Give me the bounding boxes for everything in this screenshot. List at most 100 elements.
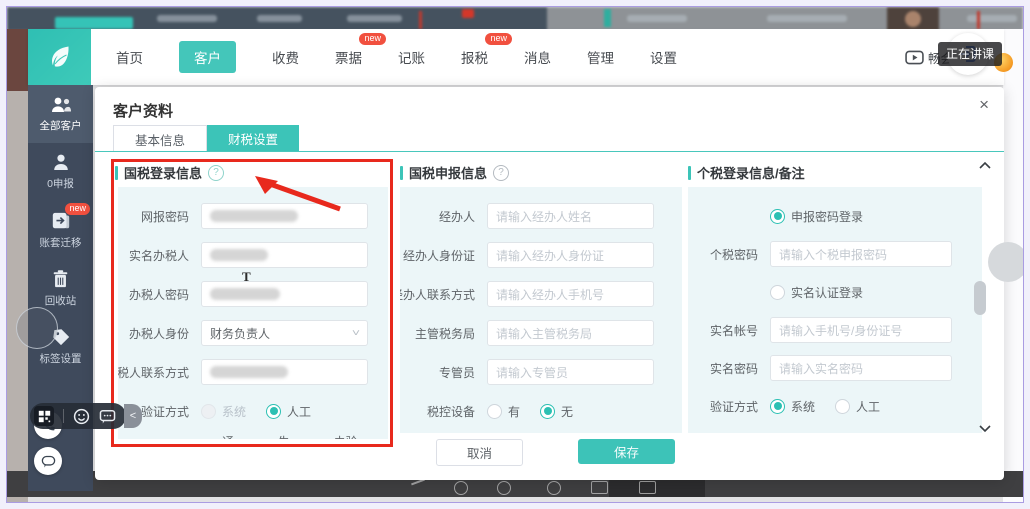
- form-row: 办税人联系方式: [118, 359, 368, 385]
- radio-manual[interactable]: 人工: [266, 403, 311, 420]
- agent-input[interactable]: 请输入经办人姓名: [487, 203, 654, 229]
- nav-items: 首页 客户 收费 票据new 记账 报税new 消息 管理 设置: [116, 29, 677, 85]
- radio-no-device[interactable]: 无: [540, 403, 573, 420]
- nav-item-messages[interactable]: 消息: [524, 47, 551, 67]
- form-row: 经办人联系方式 请输入经办人手机号: [400, 281, 654, 307]
- tab-underline: [95, 151, 1004, 152]
- screen: 首页 客户 收费 票据new 记账 报税new 消息 管理 设置 畅会 正在讲课: [0, 0, 1030, 509]
- agent-id-input[interactable]: 请输入经办人身份证: [487, 242, 654, 268]
- tab-basic-info[interactable]: 基本信息: [113, 125, 207, 152]
- nav-item-home[interactable]: 首页: [116, 47, 143, 67]
- app-logo[interactable]: [28, 29, 91, 85]
- section-header-personal-tax: 个税登录信息/备注: [688, 163, 805, 182]
- new-badge: new: [65, 203, 90, 215]
- support-widget: <: [30, 403, 142, 429]
- new-badge: new: [359, 33, 386, 45]
- nav-item-customers[interactable]: 客户: [179, 41, 236, 73]
- feather-logo-icon: [45, 42, 75, 72]
- masked-value: [210, 210, 298, 222]
- scrollbar-thumb[interactable]: [974, 281, 986, 315]
- desktop-frame: 首页 客户 收费 票据new 记账 报税new 消息 管理 设置 畅会 正在讲课: [6, 6, 1024, 503]
- nav-item-management[interactable]: 管理: [587, 47, 614, 67]
- sidebar-item-all-customers[interactable]: 全部客户: [28, 85, 93, 143]
- radio-unverified[interactable]: 未验证: [313, 433, 368, 439]
- taxpayer-identity-select[interactable]: 财务负责人 ˅: [201, 320, 368, 346]
- tab-fiscal-settings[interactable]: 财税设置: [207, 125, 299, 151]
- form-row: 个税密码 请输入个税申报密码: [688, 241, 952, 267]
- scroll-down-icon[interactable]: [979, 425, 991, 433]
- nav-item-settings[interactable]: 设置: [650, 47, 677, 67]
- form-row: 网报密码: [118, 203, 368, 229]
- new-badge: new: [485, 33, 512, 45]
- background-window-strip: [7, 7, 1023, 31]
- rect-tool-icon[interactable]: [591, 481, 608, 494]
- board-tool-icon[interactable]: [639, 481, 656, 494]
- form-row: 实名密码 请输入实名密码: [688, 355, 952, 381]
- form-row: 实名认证登录: [688, 279, 952, 305]
- close-icon[interactable]: ×: [979, 96, 989, 113]
- radio-has-device[interactable]: 有: [487, 403, 520, 420]
- radio-system[interactable]: 系统: [201, 403, 246, 420]
- chat-bubble-icon: [41, 455, 56, 468]
- taxpayer-contact-input[interactable]: [201, 359, 368, 385]
- form-row: 主管税务局 请输入主管税务局: [400, 320, 654, 346]
- sidebar-item-zero-declare[interactable]: 0申报: [28, 143, 93, 201]
- realname-password-input[interactable]: 请输入实名密码: [770, 355, 952, 381]
- section-header-tax-login: 国税登录信息 ?: [115, 163, 224, 182]
- nav-item-taxfiling[interactable]: 报税new: [461, 47, 488, 67]
- radio-system[interactable]: 系统: [770, 398, 815, 415]
- shape-tool-icon[interactable]: [454, 481, 468, 495]
- help-icon[interactable]: ?: [208, 165, 224, 181]
- nav-item-fees[interactable]: 收费: [272, 47, 299, 67]
- background-teal-pill: [55, 17, 133, 29]
- save-button[interactable]: 保存: [578, 439, 675, 464]
- radio-manual[interactable]: 人工: [835, 398, 880, 415]
- help-icon[interactable]: ?: [493, 165, 509, 181]
- form-row: 经办人身份证 请输入经办人身份证: [400, 242, 654, 268]
- personal-password-input[interactable]: 请输入个税申报密码: [770, 241, 952, 267]
- widget-collapse-chevron[interactable]: <: [124, 404, 142, 428]
- radio-declare-password-login[interactable]: 申报密码登录: [770, 208, 863, 225]
- text-cursor-artifact: T: [242, 269, 251, 285]
- tax-declare-panel: 经办人 请输入经办人姓名 经办人身份证 请输入经办人身份证 经办人联系方式 请输…: [400, 187, 682, 433]
- chat-support-button[interactable]: [34, 447, 62, 475]
- chat-icon[interactable]: [99, 409, 116, 424]
- realname-account-input[interactable]: 请输入手机号/身份证号: [770, 317, 952, 343]
- smiley-icon[interactable]: [73, 408, 90, 425]
- form-row: 专管员 请输入专管员: [400, 359, 654, 385]
- left-drawer-handle[interactable]: [16, 307, 58, 349]
- sidebar-item-account-migration[interactable]: new 账套迁移: [28, 201, 93, 259]
- right-drawer-handle[interactable]: [988, 242, 1024, 282]
- user-icon: [51, 153, 71, 172]
- laser-tool-icon[interactable]: [547, 481, 561, 495]
- users-icon: [49, 96, 73, 114]
- customer-profile-dialog: 客户资料 × 基本信息 财税设置 国税登录信息 ? 网报密码 实名办税人: [95, 87, 1004, 480]
- nav-item-invoices[interactable]: 票据new: [335, 47, 362, 67]
- agent-contact-input[interactable]: 请输入经办人手机号: [487, 281, 654, 307]
- form-row: 验证结果 未验证: [688, 431, 952, 433]
- web-password-input[interactable]: [201, 203, 368, 229]
- masked-value: [210, 288, 280, 300]
- admin-officer-input[interactable]: 请输入专管员: [487, 359, 654, 385]
- dialog-tabs: 基本信息 财税设置: [113, 125, 299, 152]
- play-video-icon: [905, 50, 924, 65]
- radio-failed[interactable]: 失败: [257, 433, 301, 439]
- scroll-up-icon[interactable]: [979, 161, 991, 169]
- radio-passed[interactable]: 通过: [201, 433, 245, 439]
- nav-item-bookkeeping[interactable]: 记账: [398, 47, 425, 67]
- personal-tax-panel: 申报密码登录 个税密码 请输入个税申报密码 实名认证登录 实名帐号 请输入手机号…: [688, 187, 982, 433]
- trash-icon: [51, 269, 70, 289]
- tax-bureau-input[interactable]: 请输入主管税务局: [487, 320, 654, 346]
- background-left-strip: [7, 29, 28, 503]
- cancel-button[interactable]: 取消: [436, 439, 523, 466]
- circle-tool-icon[interactable]: [497, 481, 511, 495]
- masked-value: [210, 249, 268, 261]
- form-row: 税控设备 有 无: [400, 398, 654, 424]
- taxpayer-password-input[interactable]: T: [201, 281, 368, 307]
- form-row: 办税人身份 财务负责人 ˅: [118, 320, 368, 346]
- real-name-taxpayer-input[interactable]: [201, 242, 368, 268]
- lecture-status-tooltip: 正在讲课: [938, 42, 1002, 66]
- top-nav: 首页 客户 收费 票据new 记账 报税new 消息 管理 设置 畅会: [28, 29, 1004, 85]
- radio-realname-login[interactable]: 实名认证登录: [770, 284, 863, 301]
- qr-code-icon[interactable]: [34, 406, 54, 426]
